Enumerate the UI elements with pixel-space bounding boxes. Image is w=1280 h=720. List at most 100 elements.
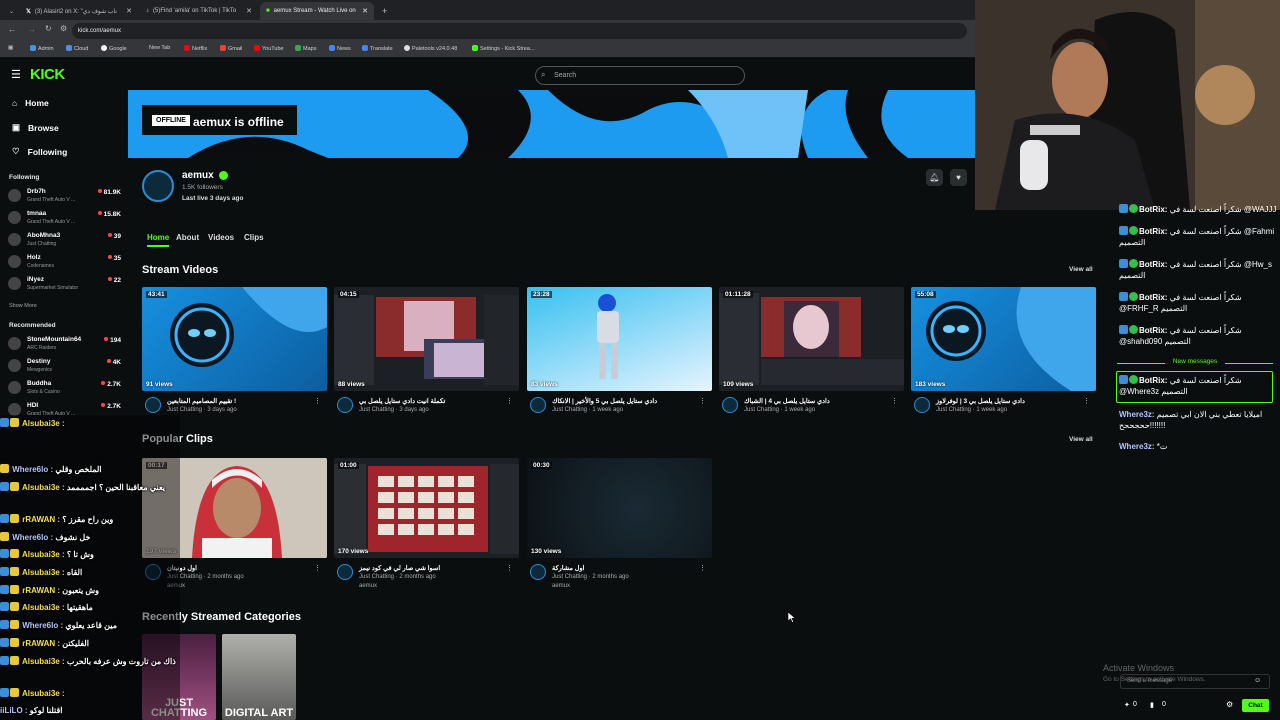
chat-input[interactable]: Send a message — [1120, 674, 1270, 689]
close-icon[interactable]: ✕ — [126, 7, 132, 15]
more-options-icon[interactable]: ⋮ — [891, 397, 898, 405]
follow-button[interactable]: ♥ — [950, 169, 967, 186]
close-icon[interactable]: ✕ — [246, 7, 252, 15]
tab-videos[interactable]: Videos — [208, 233, 234, 242]
search-input[interactable]: Search — [535, 66, 745, 85]
more-options-icon[interactable]: ⋮ — [506, 397, 513, 405]
channel-avatar[interactable] — [142, 170, 174, 202]
sidebar-channel[interactable]: Drb7h Grand Theft Auto V ... 81.9K — [8, 187, 121, 207]
sidebar-channel[interactable]: AboMhna3 Just Chatting 39 — [8, 231, 121, 251]
chat-username[interactable]: BotRix: — [1139, 205, 1167, 214]
view-all-videos-link[interactable]: View all — [1069, 266, 1093, 273]
bookmark-google[interactable]: Google — [101, 45, 127, 52]
video-card[interactable]: 55:08 183 views دادي ستايل يلصل بي 3 | ل… — [911, 287, 1096, 417]
bookmark-paletools[interactable]: Paletools v24.0.48 — [404, 45, 457, 52]
back-icon[interactable]: ← — [8, 25, 16, 34]
video-category[interactable]: Just Chatting — [552, 407, 587, 413]
view-all-clips-link[interactable]: View all — [1069, 436, 1093, 443]
site-info-icon[interactable]: ⚙ — [60, 24, 67, 33]
more-options-icon[interactable]: ⋮ — [314, 564, 321, 572]
apps-icon[interactable]: ▦ — [8, 45, 13, 51]
settings-gear-icon[interactable]: ⚙ — [1226, 700, 1233, 709]
sidebar-channel[interactable]: tmnaa Grand Theft Auto V ... 15.8K — [8, 209, 121, 229]
video-category[interactable]: Just Chatting — [359, 407, 394, 413]
menu-icon[interactable]: ☰ — [11, 68, 21, 81]
kick-logo[interactable]: KICK — [30, 66, 65, 83]
more-options-icon[interactable]: ⋮ — [314, 397, 321, 405]
tab-about[interactable]: About — [176, 233, 199, 242]
video-thumbnail[interactable]: 04:15 88 views — [334, 287, 519, 391]
browser-tab-kick[interactable]: ■ aemux Stream - Watch Live on ✕ — [260, 2, 374, 20]
clip-author[interactable]: aemux — [552, 583, 570, 589]
chat-username[interactable]: BotRix: — [1139, 326, 1167, 335]
sidebar-channel[interactable]: Holz Codenames 35 — [8, 253, 121, 273]
sidebar-nav-browse[interactable]: ▣ Browse — [12, 122, 59, 133]
video-thumbnail[interactable]: 01:11:28 109 views — [719, 287, 904, 391]
category-card-digital-art[interactable]: DIGITAL ART — [222, 634, 296, 720]
chat-username[interactable]: Where3z: — [1119, 410, 1155, 419]
chat-username[interactable]: BotRix: — [1139, 260, 1167, 269]
video-category[interactable]: Just Chatting — [936, 407, 971, 413]
browser-tab-x[interactable]: 𝕏 (3) Alasiri2 on X: "ناب شوف دي ✕ — [20, 2, 138, 20]
sidebar-channel[interactable]: Destiny Mewgenics 4K — [8, 357, 121, 377]
video-title[interactable]: دادي ستايل يلصل بي 4 | الشباك — [744, 397, 830, 405]
forward-icon[interactable]: → — [28, 25, 36, 34]
new-tab-button[interactable]: + — [376, 2, 392, 20]
bookmark-news[interactable]: News — [329, 45, 351, 52]
bookmark-new-tab[interactable]: New Tab — [149, 45, 170, 51]
sidebar-channel[interactable]: Buddha Slots & Casino 2.7K — [8, 379, 121, 399]
bookmark-kick-settings[interactable]: Settings - Kick Strea... — [472, 45, 534, 52]
video-title[interactable]: تكملة انيت دادي ستايل يلصل بي — [359, 397, 445, 405]
gift-icon[interactable]: ▮ — [1150, 701, 1154, 709]
clip-author[interactable]: aemux — [359, 583, 377, 589]
chat-send-button[interactable]: Chat — [1242, 699, 1269, 712]
clip-thumbnail[interactable]: 00:30 130 views — [527, 458, 712, 558]
clip-card[interactable]: 01:00 170 views اسوا شي صار لي في كود ني… — [334, 458, 519, 589]
emoji-icon[interactable]: ☺ — [1254, 677, 1261, 684]
video-card[interactable]: 43:41 91 views ! تقييم المصاميم المتابعي… — [142, 287, 327, 417]
tab-search-icon[interactable]: ⌄ — [3, 2, 17, 20]
chat-username[interactable]: BotRix: — [1139, 227, 1167, 236]
chat-username[interactable]: BotRix: — [1139, 376, 1167, 385]
video-card[interactable]: 04:15 88 views تكملة انيت دادي ستايل يلص… — [334, 287, 519, 417]
more-options-icon[interactable]: ⋮ — [699, 564, 706, 572]
tab-clips[interactable]: Clips — [244, 233, 264, 242]
video-card[interactable]: 01:11:28 109 views دادي ستايل يلصل بي 4 … — [719, 287, 904, 417]
notification-bell-button[interactable]: 🔔︎ — [926, 169, 943, 186]
video-thumbnail[interactable]: 43:41 91 views — [142, 287, 327, 391]
clip-thumbnail[interactable]: 01:00 170 views — [334, 458, 519, 558]
video-title[interactable]: دادي ستايل يلصل بي 5 والأخير | الانكاك — [552, 397, 657, 405]
clip-card[interactable]: 00:30 130 views اول مشاركة Just Chatting … — [527, 458, 712, 589]
video-title[interactable]: ! تقييم المصاميم المتابعين — [167, 397, 236, 405]
sidebar-nav-following[interactable]: ♡ Following — [12, 146, 67, 157]
chat-username[interactable]: Where3z: — [1119, 442, 1155, 451]
sidebar-nav-home[interactable]: ⌂ Home — [12, 98, 49, 108]
clip-title[interactable]: اول مشاركة — [552, 564, 584, 572]
bookmark-cloud[interactable]: Cloud — [66, 45, 88, 52]
browser-tab-tiktok[interactable]: ♪ (5)Find 'amila' on TikTok | TikTo ✕ — [140, 2, 258, 20]
more-options-icon[interactable]: ⋮ — [1083, 397, 1090, 405]
bookmark-youtube[interactable]: YouTube — [254, 45, 284, 52]
show-more-link[interactable]: Show More — [9, 303, 37, 309]
video-card[interactable]: 23:28 83 views دادي ستايل يلصل بي 5 والأ… — [527, 287, 712, 417]
clip-title[interactable]: اسوا شي صار لي في كود نيمز — [359, 564, 440, 572]
video-category[interactable]: Just Chatting — [744, 407, 779, 413]
bookmark-netflix[interactable]: Netflix — [184, 45, 207, 52]
clip-category[interactable]: Just Chatting — [359, 574, 394, 580]
tab-home[interactable]: Home — [147, 233, 170, 247]
bookmark-translate[interactable]: Translate — [362, 45, 393, 52]
bookmark-gmail[interactable]: Gmail — [220, 45, 242, 52]
video-thumbnail[interactable]: 23:28 83 views — [527, 287, 712, 391]
reload-icon[interactable]: ↻ — [45, 24, 52, 33]
close-icon[interactable]: ✕ — [362, 7, 368, 15]
video-title[interactable]: دادي ستايل يلصل بي 3 | لوفرلاوز — [936, 397, 1025, 405]
clip-category[interactable]: Just Chatting — [552, 574, 587, 580]
sidebar-channel[interactable]: iNyez Supermarket Simulator 22 — [8, 275, 121, 295]
more-options-icon[interactable]: ⋮ — [699, 397, 706, 405]
sidebar-channel[interactable]: StoneMountain64 ARC Raiders 194 — [8, 335, 121, 355]
url-field[interactable]: kick.com/aemux — [72, 23, 967, 39]
video-category[interactable]: Just Chatting — [167, 407, 202, 413]
chat-username[interactable]: BotRix: — [1139, 293, 1167, 302]
bookmark-maps[interactable]: Maps — [295, 45, 316, 52]
bookmark-admin[interactable]: Admin — [30, 45, 54, 52]
